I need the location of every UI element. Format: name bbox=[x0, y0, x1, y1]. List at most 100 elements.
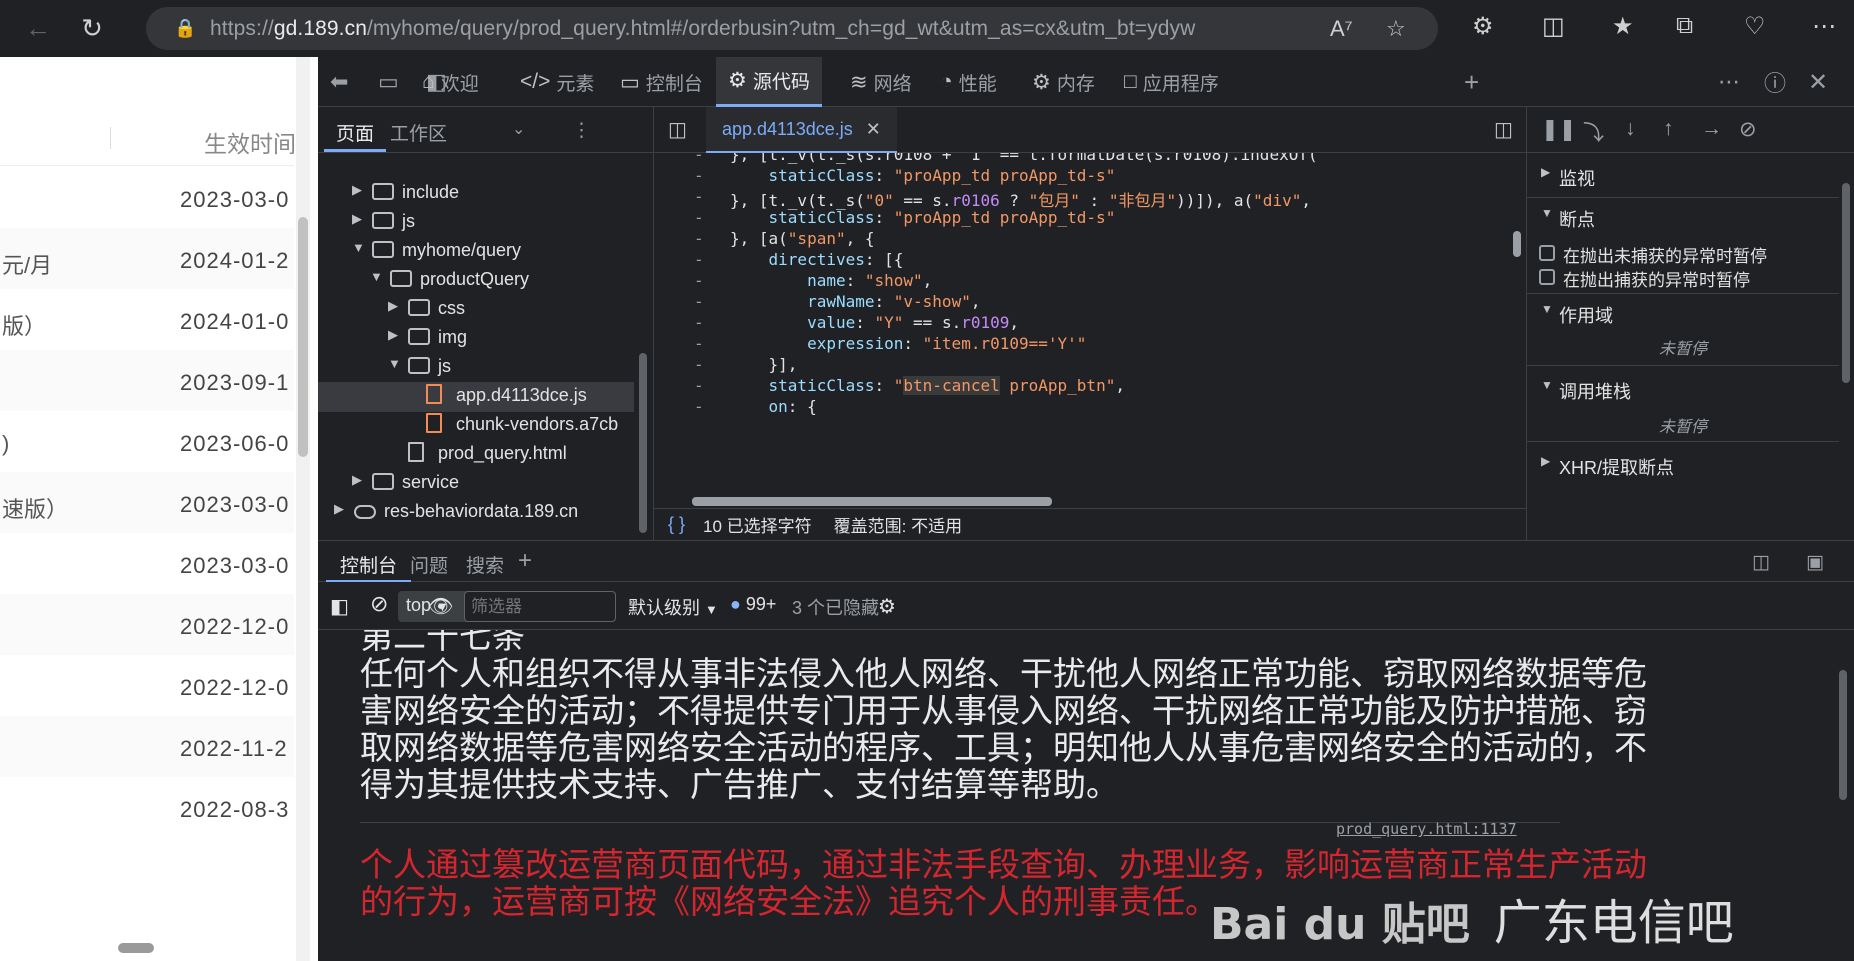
row-effective-date: 2024-01-2 bbox=[180, 248, 290, 273]
tree-item[interactable]: prod_query.html bbox=[318, 440, 634, 470]
console-settings-gear-icon[interactable]: ⚙ bbox=[878, 594, 896, 619]
favorites-icon[interactable]: ★ bbox=[1612, 12, 1634, 41]
console-filter-input[interactable] bbox=[464, 591, 616, 622]
step-out-icon[interactable]: ↑ bbox=[1663, 117, 1674, 141]
reload-icon[interactable]: ↻ bbox=[68, 5, 116, 53]
favorite-star-icon[interactable]: ☆ bbox=[1386, 16, 1406, 42]
inspect-icon[interactable]: ⬅ bbox=[330, 57, 348, 107]
tab-workspace[interactable]: 工作区 bbox=[390, 119, 447, 146]
tab-label: 内存 bbox=[1056, 73, 1095, 95]
step-icon[interactable]: → bbox=[1701, 117, 1722, 141]
more-options-icon[interactable]: ⋯ bbox=[1718, 57, 1740, 107]
pause-uncaught-checkbox[interactable] bbox=[1539, 245, 1555, 261]
tab-bug[interactable]: ⚙ 源代码 bbox=[716, 57, 822, 107]
address-bar[interactable]: 🔒 https://gd.189.cn/myhome/query/prod_qu… bbox=[146, 7, 1438, 50]
expanded-arrow-icon[interactable]: ▼ bbox=[370, 269, 383, 284]
code-icon: </> bbox=[520, 70, 551, 93]
page-horizontal-scrollbar[interactable] bbox=[0, 939, 294, 955]
tree-item-label: myhome/query bbox=[402, 240, 522, 260]
tab-label: 元素 bbox=[556, 73, 595, 95]
tree-item[interactable]: ▶ service bbox=[318, 469, 634, 499]
tree-item[interactable]: ▼ productQuery bbox=[318, 266, 634, 296]
add-tab-icon[interactable]: + bbox=[1464, 57, 1479, 107]
call-stack-section[interactable]: ▼ 调用堆栈 bbox=[1527, 365, 1839, 409]
help-icon[interactable]: ⓘ bbox=[1764, 57, 1786, 107]
expanded-arrow-icon[interactable]: ▼ bbox=[388, 356, 401, 371]
tab-page[interactable]: 页面 bbox=[323, 119, 387, 152]
navigator-vertical-scrollbar[interactable] bbox=[636, 203, 650, 533]
scope-section[interactable]: ▼ 作用域 bbox=[1527, 293, 1839, 333]
expanded-arrow-icon[interactable]: ▼ bbox=[352, 240, 365, 255]
toggle-navigator-icon[interactable]: ◫ bbox=[668, 117, 687, 142]
tab-home[interactable]: ⌂ 欢迎 bbox=[410, 57, 491, 107]
tree-item[interactable]: ▼ myhome/query bbox=[318, 237, 634, 267]
tree-item[interactable]: app.d4113dce.js bbox=[318, 382, 634, 412]
pause-caught-checkbox[interactable] bbox=[1539, 269, 1555, 285]
pause-icon[interactable]: ❚❚ bbox=[1541, 117, 1576, 142]
split-screen-icon[interactable]: ◫ bbox=[1542, 12, 1565, 41]
code-view[interactable]: -}, [t._v(t._s(s.r0108 + "1" == t.format… bbox=[654, 153, 1510, 491]
more-menu-icon[interactable]: ⋯ bbox=[1812, 12, 1836, 41]
tree-item[interactable]: ▼ js bbox=[318, 353, 634, 383]
debugger-vertical-scrollbar[interactable] bbox=[1839, 153, 1853, 540]
live-expression-icon[interactable]: 👁 bbox=[428, 594, 453, 619]
tree-item[interactable]: ▶ img bbox=[318, 324, 634, 354]
collapsed-arrow-icon[interactable]: ▶ bbox=[352, 472, 362, 488]
tab-code[interactable]: </> 元素 bbox=[508, 57, 606, 107]
xhr-breakpoints-section[interactable]: ▶ XHR/提取断点 bbox=[1527, 441, 1839, 485]
console-law-text-line: 取网络数据等危害网络安全活动的程序、工具；明知他人从事危害网络安全的活动的，不 bbox=[360, 728, 1647, 767]
collapsed-arrow-icon[interactable]: ▶ bbox=[352, 182, 362, 198]
editor-vertical-scrollbar[interactable] bbox=[1510, 153, 1524, 491]
drawer-tab-console[interactable]: 控制台 bbox=[325, 551, 412, 583]
log-level-dropdown[interactable]: 默认级别 ▼ bbox=[628, 594, 718, 620]
tab-window[interactable]: □ 应用程序 bbox=[1112, 57, 1231, 107]
read-aloud-icon[interactable]: A⁷ bbox=[1330, 16, 1353, 42]
chevron-down-icon[interactable]: ⌄ bbox=[512, 119, 525, 139]
console-vertical-scrollbar[interactable] bbox=[1836, 630, 1850, 961]
page-vertical-scrollbar[interactable] bbox=[296, 57, 310, 961]
tree-item[interactable]: ▶ css bbox=[318, 295, 634, 325]
collapsed-arrow-icon[interactable]: ▶ bbox=[388, 298, 398, 314]
more-icon[interactable]: ⋮ bbox=[572, 119, 591, 142]
back-icon[interactable]: ← bbox=[14, 5, 62, 53]
tab-gauge[interactable]: ◔ 性能 bbox=[928, 57, 1009, 107]
health-icon[interactable]: ♡ bbox=[1744, 12, 1766, 41]
console-source-link[interactable]: prod_query.html:1137 bbox=[1336, 820, 1517, 838]
tree-item[interactable]: chunk-vendors.a7cb bbox=[318, 411, 634, 441]
tree-item[interactable]: ▶ include bbox=[318, 179, 634, 209]
close-icon[interactable]: ✕ bbox=[866, 119, 881, 139]
toggle-debugger-icon[interactable]: ◫ bbox=[1494, 117, 1513, 142]
tree-item-label: js bbox=[438, 356, 451, 376]
pretty-print-icon[interactable]: { } bbox=[668, 514, 685, 535]
collapsed-arrow-icon[interactable]: ▶ bbox=[352, 211, 362, 227]
message-count-badge[interactable]: ● 99+ bbox=[730, 594, 776, 615]
undock-drawer-icon[interactable]: ◫ bbox=[1752, 551, 1770, 574]
add-drawer-tab-icon[interactable]: + bbox=[518, 547, 532, 575]
step-over-icon[interactable]: ⤵ bbox=[1583, 117, 1604, 147]
tree-item-label: prod_query.html bbox=[438, 443, 567, 463]
collapsed-arrow-icon[interactable]: ▶ bbox=[388, 327, 398, 343]
step-into-icon[interactable]: ↓ bbox=[1625, 117, 1636, 141]
clear-console-icon[interactable]: ⊘ bbox=[370, 591, 388, 617]
device-icon[interactable]: ▭ bbox=[378, 57, 399, 107]
tab-wifi[interactable]: ≋ 网络 bbox=[838, 57, 924, 107]
extensions-icon[interactable]: ⚙ bbox=[1472, 12, 1494, 41]
close-devtools-icon[interactable]: ✕ bbox=[1808, 57, 1828, 107]
collections-icon[interactable]: ⧉ bbox=[1676, 12, 1693, 40]
scope-not-paused: 未暂停 bbox=[1658, 341, 1707, 358]
tree-item[interactable]: ▶ res-behaviordata.189.cn bbox=[318, 498, 634, 528]
editor-horizontal-scrollbar[interactable] bbox=[664, 494, 1504, 508]
tab-console[interactable]: ▭ 控制台 bbox=[608, 57, 715, 107]
tab-memory[interactable]: ⚙ 内存 bbox=[1020, 57, 1107, 107]
breakpoints-section[interactable]: ▼ 断点 bbox=[1527, 197, 1839, 237]
editor-file-tab[interactable]: app.d4113dce.js ✕ bbox=[706, 107, 897, 153]
pause-uncaught-label: 在抛出未捕获的异常时暂停 bbox=[1563, 247, 1767, 266]
browser-toolbar: ← ↻ 🔒 https://gd.189.cn/myhome/query/pro… bbox=[0, 0, 1854, 57]
tree-item[interactable]: ▶ js bbox=[318, 208, 634, 238]
drawer-tab-search[interactable]: 搜索 bbox=[466, 551, 504, 578]
sidebar-toggle-icon[interactable]: ◧ bbox=[330, 594, 349, 619]
collapsed-arrow-icon[interactable]: ▶ bbox=[334, 501, 344, 517]
drawer-tab-issues[interactable]: 问题 bbox=[410, 551, 448, 578]
deactivate-breakpoints-icon[interactable]: ⊘ bbox=[1739, 117, 1757, 142]
close-drawer-icon[interactable]: ▣ bbox=[1806, 551, 1824, 574]
